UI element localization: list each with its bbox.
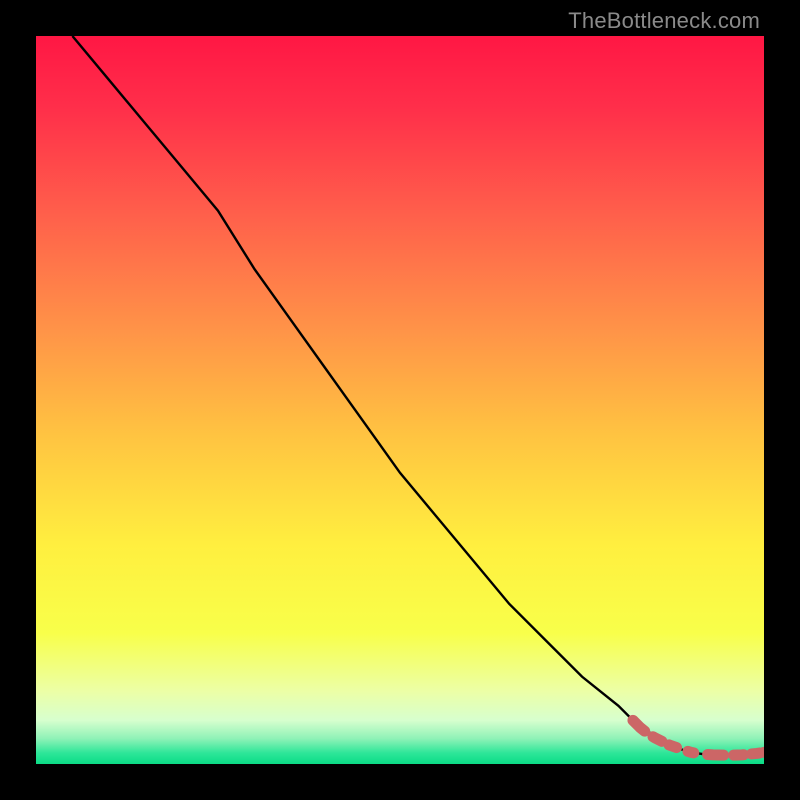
highlight-markers <box>633 720 764 758</box>
chart-frame: TheBottleneck.com <box>0 0 800 800</box>
bottleneck-curve <box>72 36 764 755</box>
plot-area <box>36 36 764 764</box>
chart-overlay <box>36 36 764 764</box>
watermark-text: TheBottleneck.com <box>568 8 760 34</box>
highlight-dash <box>633 720 764 755</box>
